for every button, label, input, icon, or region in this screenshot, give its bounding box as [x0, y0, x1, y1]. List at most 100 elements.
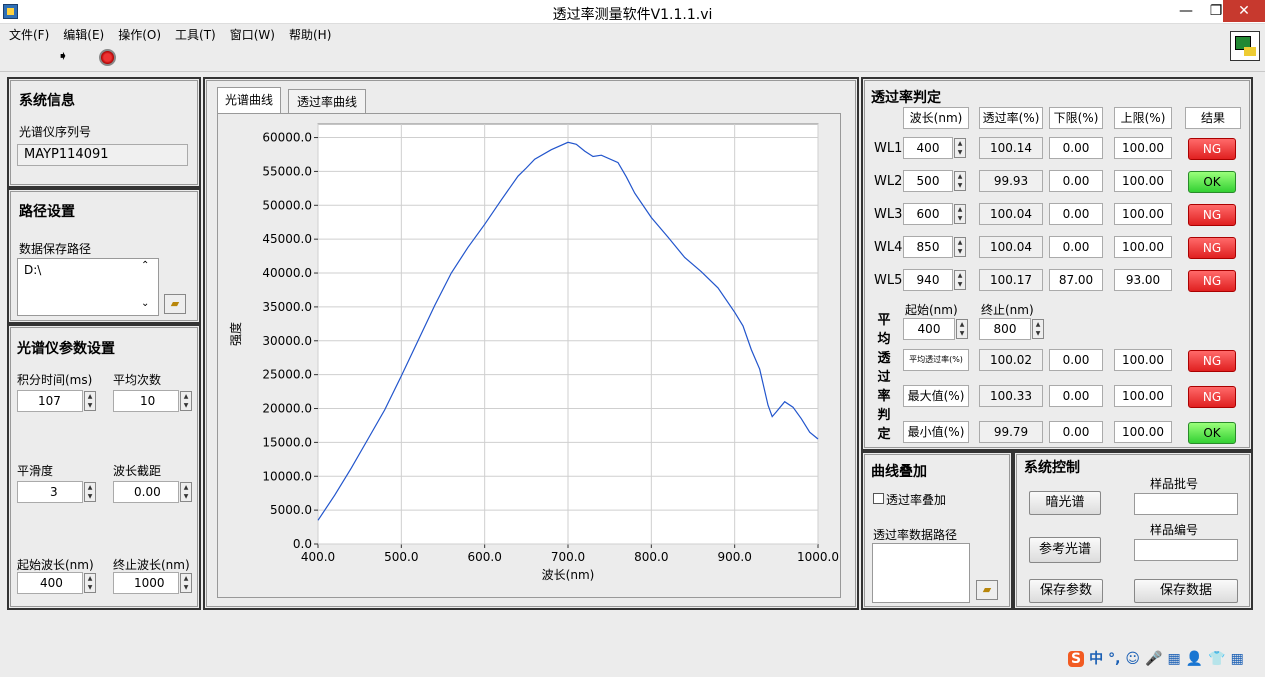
smooth-label: 平滑度 [17, 464, 54, 478]
menu-tools[interactable]: 工具(T) [166, 24, 221, 43]
system-info-panel: 系统信息 光谱仪序列号 MAYP114091 [7, 77, 201, 188]
run-arrow-icon[interactable]: ➧ [55, 50, 71, 64]
menu-window[interactable]: 窗口(W) [221, 24, 280, 43]
smooth-input[interactable]: 3 [17, 481, 83, 503]
scroll-up-icon[interactable]: ⌃ [141, 260, 149, 271]
emoji-icon[interactable]: ☺ [1125, 651, 1140, 667]
avg-start-spinner-icon[interactable]: ▲ ▼ [956, 319, 968, 339]
tab-spectrum[interactable]: 光谱曲线 [217, 87, 281, 113]
browse-folder-icon[interactable]: ▰ [164, 294, 186, 314]
abort-stop-icon[interactable] [99, 49, 116, 66]
wl-spinner-icon[interactable]: ▲ ▼ [954, 138, 966, 158]
close-button[interactable]: ✕ [1223, 0, 1265, 22]
header-wavelength: 波长(nm) [903, 107, 969, 129]
system-info-title: 系统信息 [19, 93, 75, 109]
overlay-path-label: 透过率数据路径 [873, 528, 958, 542]
x-tick-label: 900.0 [717, 550, 751, 564]
minimize-button[interactable]: — [1170, 0, 1202, 22]
y-tick-label: 35000.0 [262, 300, 312, 314]
save-params-button[interactable]: 保存参数 [1029, 579, 1103, 603]
wl-spinner-icon[interactable]: ▲ ▼ [954, 270, 966, 290]
save-data-button[interactable]: 保存数据 [1134, 579, 1238, 603]
punctuation-icon[interactable]: °, [1108, 651, 1120, 667]
lower-limit-input[interactable]: 87.00 [1049, 269, 1103, 291]
scroll-down-icon[interactable]: ⌄ [141, 298, 149, 309]
stat-upper-input[interactable]: 100.00 [1114, 385, 1172, 407]
result-indicator: NG [1188, 270, 1236, 292]
overlay-title: 曲线叠加 [871, 464, 927, 480]
chart-panel: 光谱曲线 透过率曲线 400.0 500.0 600.0 700.0 800.0 900.… [203, 77, 859, 610]
save-path-input[interactable]: D:\ [17, 258, 159, 316]
integration-spinner-icon[interactable]: ▲ ▼ [84, 391, 96, 411]
avg-start-input[interactable]: 400 [903, 318, 955, 340]
reference-spectrum-button[interactable]: 参考光谱 [1029, 537, 1101, 563]
stat-lower-input[interactable]: 0.00 [1049, 421, 1103, 443]
sogou-logo-icon[interactable]: S [1068, 651, 1085, 667]
stat-result-indicator: OK [1188, 422, 1236, 444]
upper-limit-input[interactable]: 100.00 [1114, 236, 1172, 258]
serial-label: 光谱仪序列号 [19, 125, 92, 139]
average-spinner-icon[interactable]: ▲ ▼ [180, 391, 192, 411]
wl-input[interactable]: 400 [903, 137, 953, 159]
keyboard-icon[interactable]: ▦ [1167, 651, 1180, 667]
stat-lower-input[interactable]: 0.00 [1049, 349, 1103, 371]
cutoff-input[interactable]: 0.00 [113, 481, 179, 503]
lower-limit-input[interactable]: 0.00 [1049, 170, 1103, 192]
result-indicator: NG [1188, 204, 1236, 226]
lower-limit-input[interactable]: 0.00 [1049, 203, 1103, 225]
lower-limit-input[interactable]: 0.00 [1049, 137, 1103, 159]
sample-input[interactable] [1134, 539, 1238, 561]
end-wl-input[interactable]: 1000 [113, 572, 179, 594]
control-title: 系统控制 [1024, 460, 1080, 476]
cutoff-spinner-icon[interactable]: ▲ ▼ [180, 482, 192, 502]
toolbox-icon[interactable]: ▦ [1231, 651, 1244, 667]
start-wl-input[interactable]: 400 [17, 572, 83, 594]
chinese-mode-icon[interactable]: 中 [1089, 648, 1103, 668]
upper-limit-input[interactable]: 100.00 [1114, 137, 1172, 159]
x-tick-label: 500.0 [384, 550, 418, 564]
overlay-browse-icon[interactable]: ▰ [976, 580, 998, 600]
overlay-panel: 曲线叠加 透过率叠加 透过率数据路径 ▰ [861, 451, 1013, 610]
stat-upper-input[interactable]: 100.00 [1114, 421, 1172, 443]
dark-spectrum-button[interactable]: 暗光谱 [1029, 491, 1101, 515]
integration-input[interactable]: 107 [17, 390, 83, 412]
user-icon[interactable]: 👤 [1186, 651, 1203, 667]
start-wl-spinner-icon[interactable]: ▲ ▼ [84, 573, 96, 593]
end-wl-spinner-icon[interactable]: ▲ ▼ [180, 573, 192, 593]
result-indicator: NG [1188, 237, 1236, 259]
tab-transmittance[interactable]: 透过率曲线 [288, 89, 366, 113]
header-lower: 下限(%) [1049, 107, 1103, 129]
menu-file[interactable]: 文件(F) [0, 24, 54, 43]
menu-edit[interactable]: 编辑(E) [54, 24, 109, 43]
path-settings-panel: 路径设置 数据保存路径 D:\ ⌃ ⌄ ▰ [7, 188, 201, 324]
wl-input[interactable]: 500 [903, 170, 953, 192]
wl-input[interactable]: 940 [903, 269, 953, 291]
overlay-path-input[interactable] [872, 543, 970, 603]
start-wl-label: 起始波长(nm) [17, 558, 94, 572]
skin-icon[interactable]: 👕 [1208, 651, 1225, 667]
wl-spinner-icon[interactable]: ▲ ▼ [954, 204, 966, 224]
y-tick-label: 10000.0 [262, 469, 312, 483]
menu-operate[interactable]: 操作(O) [109, 24, 166, 43]
voice-icon[interactable]: 🎤 [1145, 651, 1162, 667]
upper-limit-input[interactable]: 93.00 [1114, 269, 1172, 291]
stat-lower-input[interactable]: 0.00 [1049, 385, 1103, 407]
wl-row-label: WL3 [874, 207, 903, 222]
wl-input[interactable]: 600 [903, 203, 953, 225]
upper-limit-input[interactable]: 100.00 [1114, 170, 1172, 192]
avg-end-input[interactable]: 800 [979, 318, 1031, 340]
spectrometer-settings-panel: 光谱仪参数设置 积分时间(ms) 107 ▲ ▼ 平均次数 10 ▲ ▼ 平滑度 3… [7, 324, 201, 610]
smooth-spinner-icon[interactable]: ▲ ▼ [84, 482, 96, 502]
avg-end-spinner-icon[interactable]: ▲ ▼ [1032, 319, 1044, 339]
upper-limit-input[interactable]: 100.00 [1114, 203, 1172, 225]
average-input[interactable]: 10 [113, 390, 179, 412]
overlay-checkbox[interactable] [873, 493, 884, 504]
wl-spinner-icon[interactable]: ▲ ▼ [954, 237, 966, 257]
transmittance-value: 100.04 [979, 236, 1043, 258]
lower-limit-input[interactable]: 0.00 [1049, 236, 1103, 258]
stat-upper-input[interactable]: 100.00 [1114, 349, 1172, 371]
batch-input[interactable] [1134, 493, 1238, 515]
menu-help[interactable]: 帮助(H) [280, 24, 336, 43]
wl-input[interactable]: 850 [903, 236, 953, 258]
wl-spinner-icon[interactable]: ▲ ▼ [954, 171, 966, 191]
